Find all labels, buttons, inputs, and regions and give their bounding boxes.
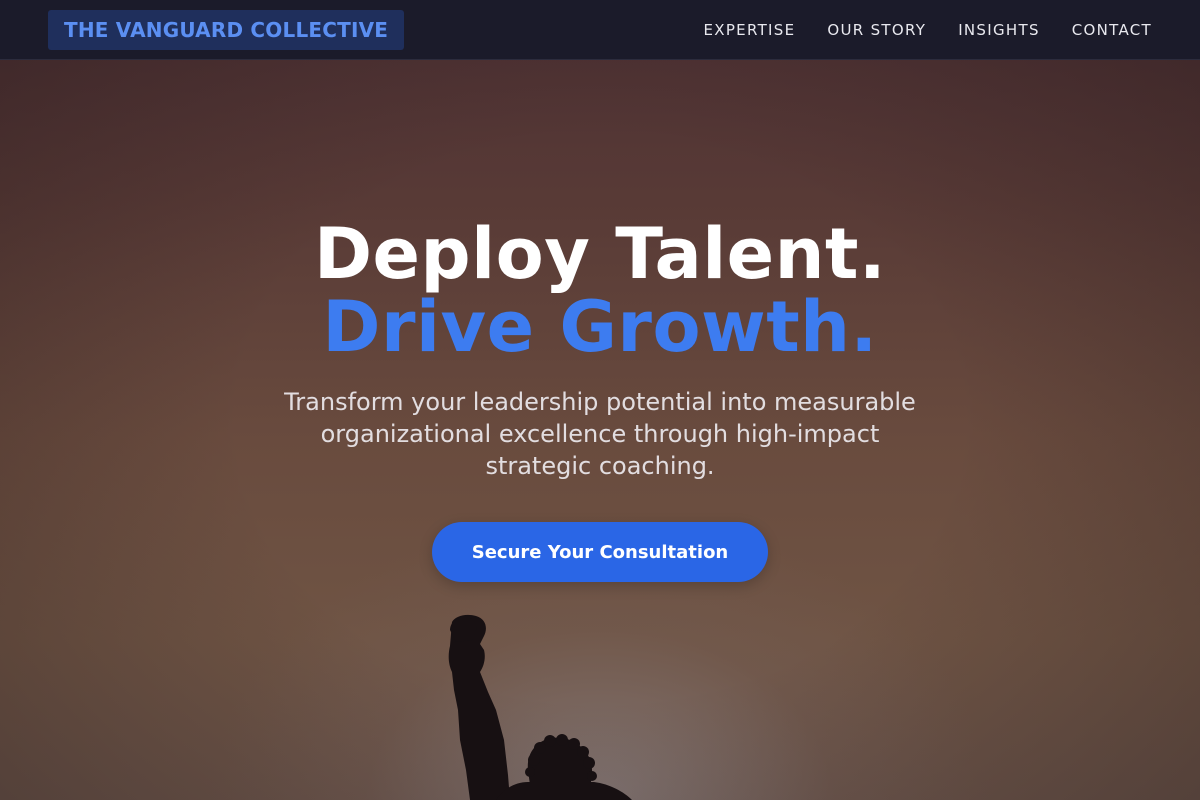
- hero-headline-line1: Deploy Talent.: [313, 213, 887, 295]
- nav-link-insights[interactable]: INSIGHTS: [958, 21, 1040, 39]
- nav-link-our-story[interactable]: OUR STORY: [827, 21, 926, 39]
- nav-link-contact[interactable]: CONTACT: [1072, 21, 1152, 39]
- top-navbar: THE VANGUARD COLLECTIVE EXPERTISE OUR ST…: [0, 0, 1200, 60]
- hero-subtitle: Transform your leadership potential into…: [284, 388, 916, 480]
- landing-page: THE VANGUARD COLLECTIVE EXPERTISE OUR ST…: [0, 0, 1200, 800]
- nav-link-expertise[interactable]: EXPERTISE: [703, 21, 795, 39]
- secure-consultation-button[interactable]: Secure Your Consultation: [432, 522, 768, 582]
- nav-links: EXPERTISE OUR STORY INSIGHTS CONTACT: [703, 21, 1152, 39]
- hero-headline-line2: Drive Growth.: [322, 286, 878, 368]
- brand-logo[interactable]: THE VANGUARD COLLECTIVE: [48, 9, 405, 50]
- hero-section: Deploy Talent. Drive Growth. Transform y…: [0, 0, 1200, 800]
